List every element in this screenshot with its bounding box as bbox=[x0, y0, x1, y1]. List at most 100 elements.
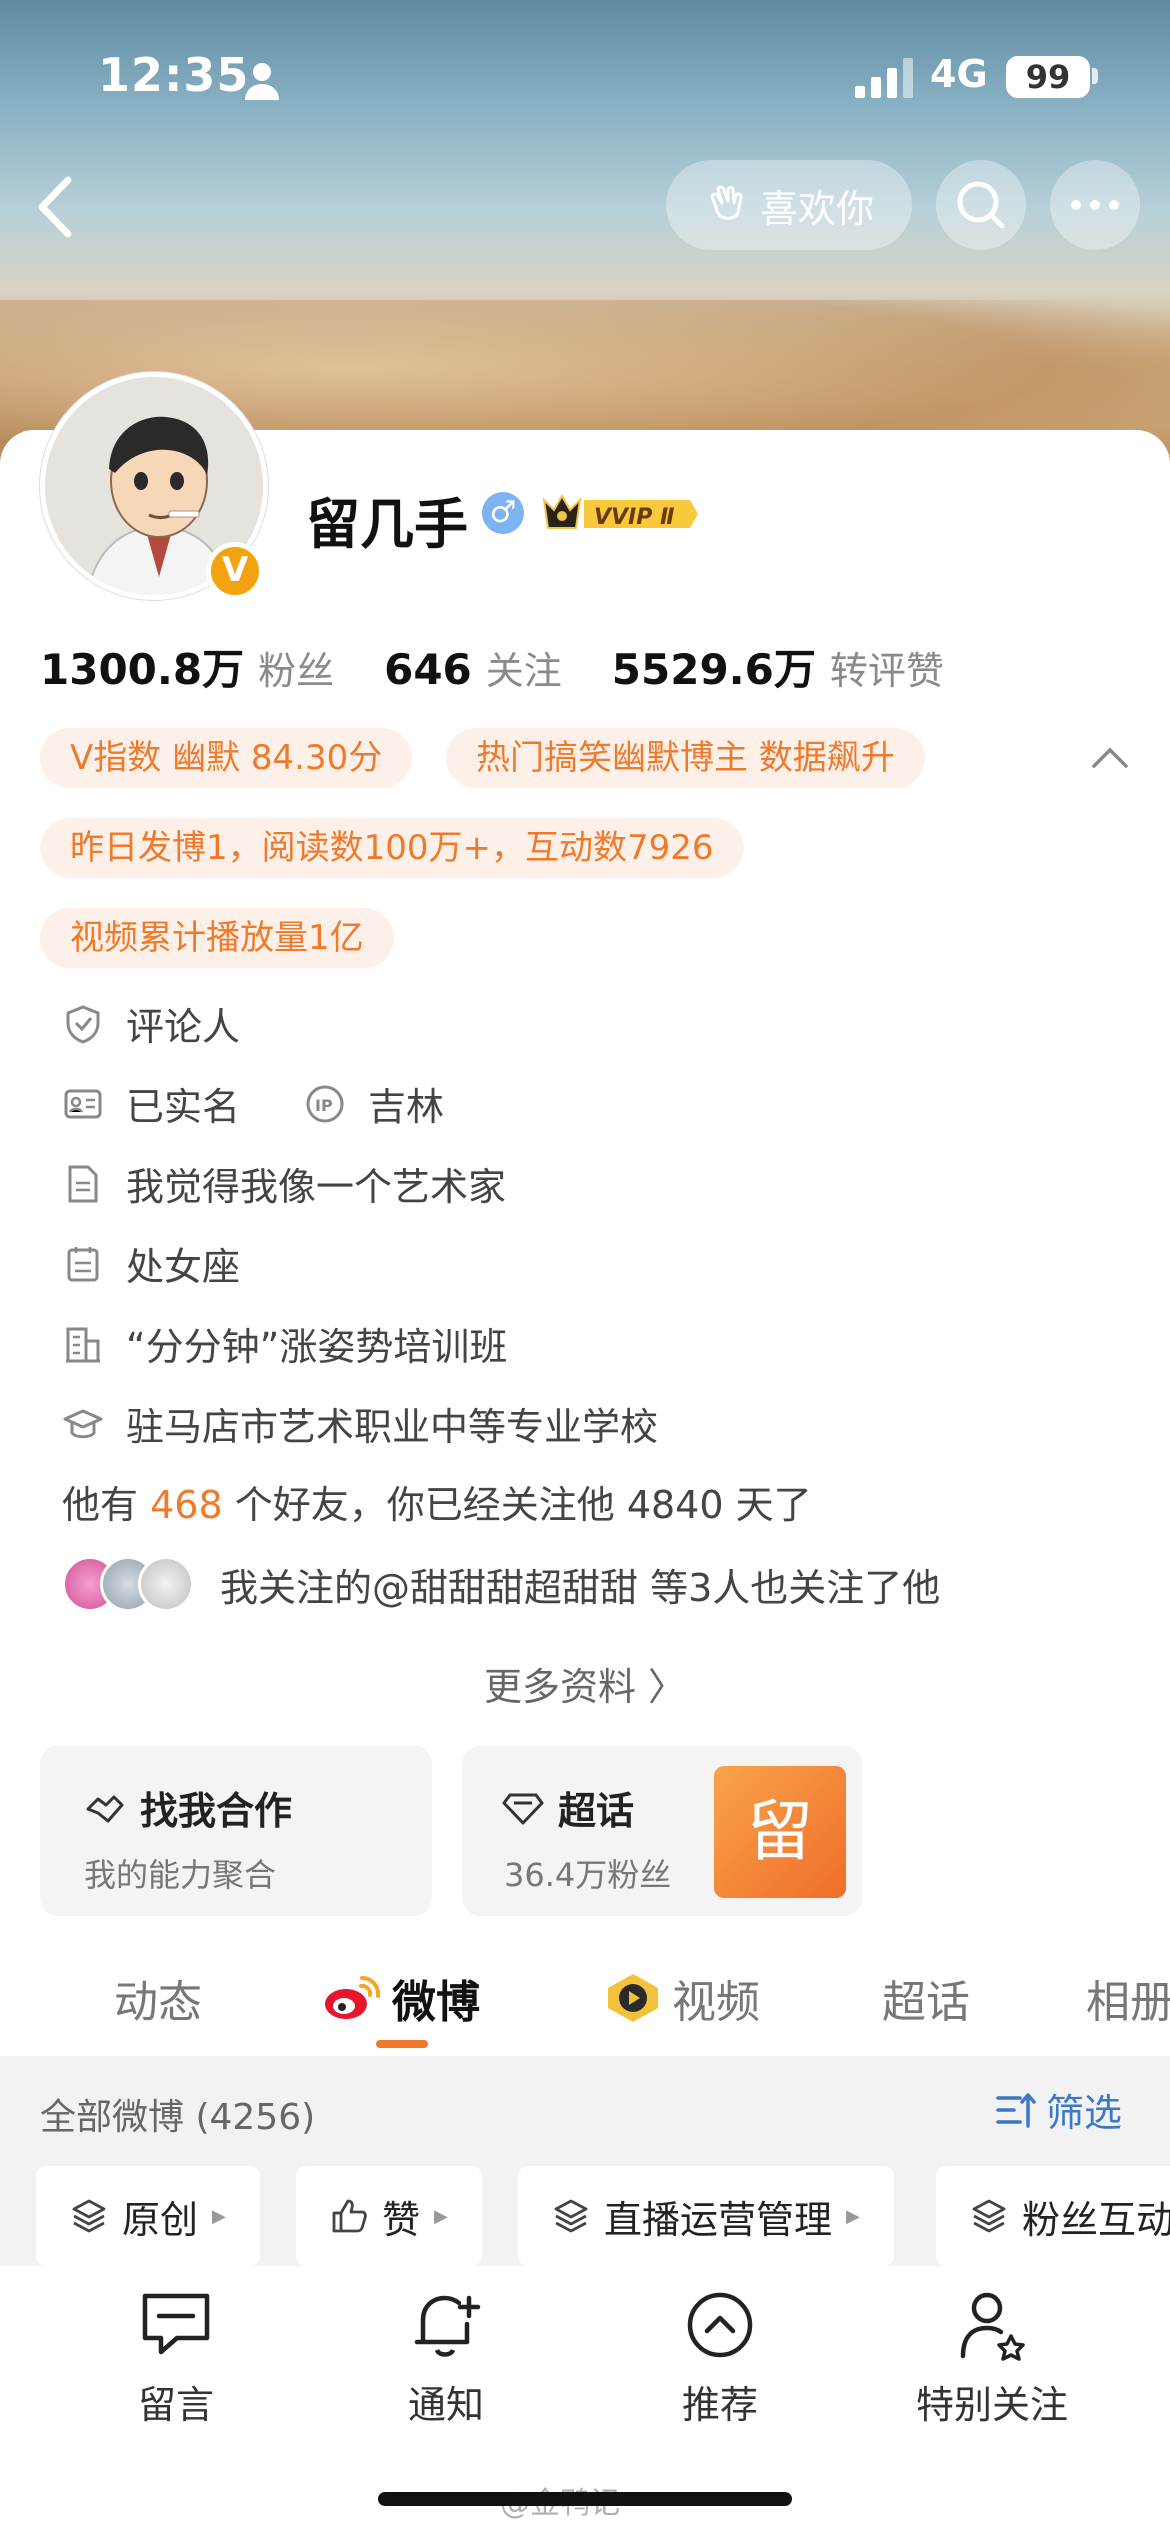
person-icon bbox=[245, 63, 279, 100]
interactions-label: 转评赞 bbox=[829, 649, 944, 693]
info-company: “分分钟”涨姿势培训班 bbox=[62, 1316, 507, 1371]
back-icon[interactable] bbox=[28, 172, 84, 242]
chip-original[interactable]: 原创 ▶ bbox=[36, 2166, 260, 2266]
interactions-count: 5529.6万 bbox=[611, 645, 816, 694]
cooperation-subtitle: 我的能力聚合 bbox=[84, 1856, 277, 1894]
document-icon bbox=[68, 1165, 98, 1202]
commenter-label: 评论人 bbox=[126, 1005, 241, 1049]
super-topic-card[interactable]: 超话 36.4万粉丝 留 bbox=[462, 1746, 862, 1916]
chip-caret-icon: ▶ bbox=[434, 2205, 448, 2227]
signal-icon bbox=[855, 58, 913, 98]
cooperation-card[interactable]: 找我合作 我的能力聚合 bbox=[40, 1746, 432, 1916]
company-text: “分分钟”涨姿势培训班 bbox=[126, 1325, 508, 1369]
friends-prefix: 他有 bbox=[62, 1483, 139, 1527]
nav-recommend[interactable]: 推荐 bbox=[600, 2286, 840, 2429]
nav-message-label: 留言 bbox=[137, 2383, 214, 2427]
layers-icon bbox=[72, 2199, 106, 2233]
mutual-follow-text: 我关注的@甜甜甜超甜甜 等3人也关注了他 bbox=[220, 1565, 941, 1610]
friends-suffix: 个好友，你已经关注他 4840 天了 bbox=[234, 1483, 812, 1527]
profile-tabs: 动态 微博 视频 超话 相册 bbox=[0, 1950, 1170, 2050]
nav-message[interactable]: 留言 bbox=[56, 2286, 296, 2429]
ip-location: 吉林 bbox=[368, 1085, 445, 1129]
chip-live-ops[interactable]: 直播运营管理 ▶ bbox=[518, 2166, 894, 2266]
like-you-button[interactable]: 喜欢你 bbox=[666, 160, 912, 250]
tab-weibo-label: 微博 bbox=[392, 1977, 480, 2028]
bell-plus-icon bbox=[414, 2295, 481, 2357]
building-icon bbox=[66, 1327, 100, 1362]
gender-male-icon: ♂ bbox=[482, 492, 524, 534]
info-bio: 我觉得我像一个艺术家 bbox=[62, 1156, 506, 1211]
tab-super-topic[interactable]: 超话 bbox=[882, 1966, 970, 2030]
friends-info[interactable]: 他有 468 个好友，你已经关注他 4840 天了 bbox=[62, 1474, 812, 1529]
following-label[interactable]: 关注 bbox=[486, 640, 562, 695]
filter-label: 筛选 bbox=[1046, 2091, 1123, 2135]
tag-v-index[interactable]: V指数 幽默 84.30分 bbox=[40, 728, 413, 788]
verified-badge: V bbox=[206, 542, 264, 600]
like-you-label: 喜欢你 bbox=[759, 186, 874, 231]
home-indicator[interactable] bbox=[378, 2492, 792, 2506]
tab-video-label: 视频 bbox=[672, 1977, 760, 2028]
message-icon bbox=[142, 2293, 210, 2355]
calendar-icon bbox=[67, 1246, 99, 1281]
chevron-up-icon[interactable] bbox=[1090, 742, 1130, 772]
shield-check-icon bbox=[66, 1004, 100, 1044]
search-icon bbox=[957, 181, 1005, 229]
school-text: 驻马店市艺术职业中等专业学校 bbox=[126, 1405, 659, 1449]
svg-text:IP: IP bbox=[315, 1096, 333, 1115]
nav-special-follow-label: 特别关注 bbox=[915, 2383, 1068, 2427]
filter-button[interactable]: 筛选 bbox=[994, 2082, 1122, 2137]
thumbs-up-icon bbox=[332, 2199, 367, 2233]
more-dots-icon bbox=[1071, 200, 1119, 210]
weibo-logo-icon bbox=[325, 1975, 381, 2019]
search-button[interactable] bbox=[936, 160, 1026, 250]
info-real-name: 已实名 bbox=[62, 1076, 240, 1131]
chip-like-label: 赞 bbox=[382, 2197, 421, 2242]
chip-fan-interaction-label: 粉丝互动 bbox=[1022, 2197, 1170, 2242]
tab-dynamics[interactable]: 动态 bbox=[114, 1966, 202, 2030]
ip-icon: IP bbox=[306, 1085, 344, 1122]
tag-video-plays[interactable]: 视频累计播放量1亿 bbox=[40, 908, 394, 968]
tag-yesterday-stats[interactable]: 昨日发博1，阅读数100万+，互动数7926 bbox=[40, 818, 744, 878]
chip-live-ops-label: 直播运营管理 bbox=[604, 2197, 833, 2242]
super-topic-title: 超话 bbox=[558, 1789, 635, 1833]
chip-caret-icon: ▶ bbox=[846, 2205, 860, 2227]
tab-album[interactable]: 相册 bbox=[1086, 1966, 1170, 2030]
tab-weibo[interactable]: 微博 bbox=[322, 1966, 480, 2030]
tab-video[interactable]: 视频 bbox=[604, 1966, 760, 2030]
chip-fan-interaction[interactable]: 粉丝互动 bbox=[936, 2166, 1170, 2266]
person-star-icon bbox=[960, 2292, 1025, 2361]
more-info-link[interactable]: 更多资料 〉 bbox=[0, 1656, 1170, 1711]
tag-hot-blogger[interactable]: 热门搞笑幽默博主 数据飙升 bbox=[446, 728, 925, 788]
mutual-avatar bbox=[138, 1556, 194, 1612]
hand-wave-icon bbox=[710, 185, 743, 220]
info-commenter: 评论人 bbox=[62, 996, 240, 1051]
super-topic-thumbnail: 留 bbox=[714, 1766, 846, 1898]
more-button[interactable] bbox=[1050, 160, 1140, 250]
active-tab-indicator bbox=[376, 2040, 428, 2048]
nav-notify-label: 通知 bbox=[407, 2383, 484, 2427]
info-ip-location: IP 吉林 bbox=[304, 1076, 444, 1131]
mutual-follow-row[interactable]: 我关注的@甜甜甜超甜甜 等3人也关注了他 bbox=[62, 1556, 940, 1612]
status-time: 12:35 bbox=[98, 48, 250, 102]
vvip-badge[interactable]: VVIP Ⅱ bbox=[540, 490, 700, 538]
followers-label[interactable]: 粉丝 bbox=[258, 640, 334, 695]
chip-original-label: 原创 bbox=[122, 2197, 199, 2242]
handshake-icon bbox=[86, 1795, 124, 1822]
info-zodiac: 处女座 bbox=[62, 1236, 240, 1291]
video-play-icon bbox=[608, 1974, 658, 2022]
sort-filter-icon bbox=[996, 2092, 1036, 2128]
chip-caret-icon: ▶ bbox=[212, 2205, 226, 2227]
all-weibo-count[interactable]: 全部微博 (4256) bbox=[40, 2088, 315, 2140]
network-type: 4G bbox=[930, 52, 988, 96]
friends-count: 468 bbox=[150, 1483, 223, 1527]
zodiac-text: 处女座 bbox=[126, 1245, 241, 1289]
nav-special-follow[interactable]: 特别关注 bbox=[872, 2286, 1112, 2429]
nav-notify[interactable]: 通知 bbox=[326, 2286, 566, 2429]
followers-count[interactable]: 1300.8万 bbox=[40, 636, 244, 697]
nav-recommend-label: 推荐 bbox=[681, 2383, 758, 2427]
real-name-label: 已实名 bbox=[126, 1085, 241, 1129]
chip-like[interactable]: 赞 ▶ bbox=[296, 2166, 482, 2266]
cooperation-title: 找我合作 bbox=[140, 1789, 293, 1833]
following-count[interactable]: 646 bbox=[384, 645, 472, 694]
feed-filter-bar: 全部微博 (4256) 筛选 原创 ▶ 赞 ▶ 直播运营管理 ▶ 粉丝互动 bbox=[0, 2056, 1170, 2266]
